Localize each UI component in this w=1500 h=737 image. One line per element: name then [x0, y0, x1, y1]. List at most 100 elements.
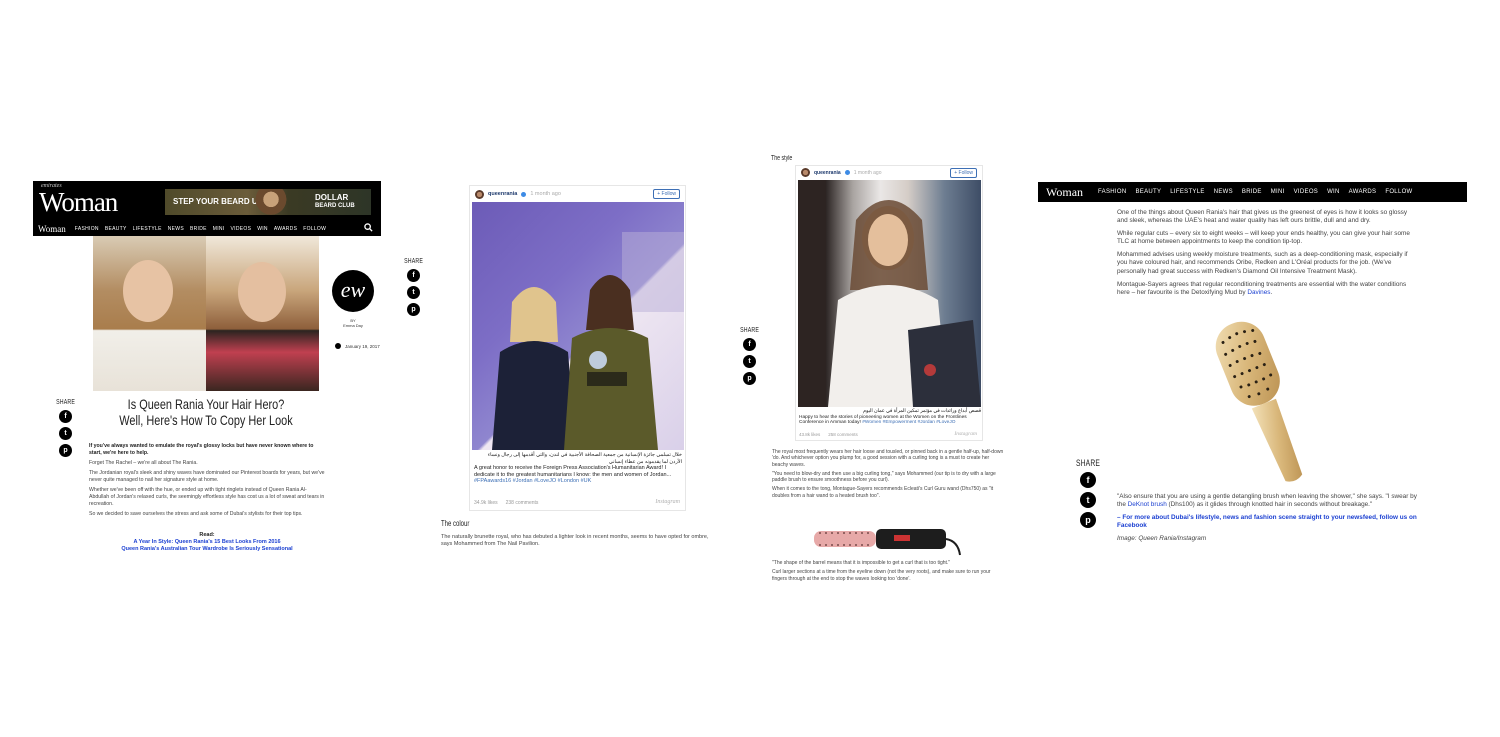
share-label: SHARE — [404, 258, 423, 265]
article-section: The royal most frequently wears her hair… — [772, 449, 1006, 502]
comments-count[interactable]: 258 comments — [828, 432, 858, 437]
author-logo: ew — [332, 270, 374, 312]
nav-beauty[interactable]: BEAUTY — [1135, 189, 1161, 195]
nav-logo[interactable]: Woman — [38, 224, 66, 234]
nav-awards[interactable]: AWARDS — [274, 226, 297, 232]
pinterest-share-icon[interactable]: p — [59, 444, 73, 457]
pinterest-share-icon[interactable]: p — [1080, 512, 1096, 528]
nav-bride[interactable]: BRIDE — [1242, 189, 1262, 195]
share-label: SHARE — [740, 327, 759, 334]
likes-count[interactable]: 34.9k likes — [474, 500, 498, 506]
facebook-follow-link[interactable]: – For more about Dubai's lifestyle, news… — [1117, 514, 1417, 529]
nav-win[interactable]: WIN — [1327, 189, 1340, 195]
date-text: January 19, 2017 — [345, 343, 380, 349]
deknot-link[interactable]: DeKnot brush — [1128, 501, 1167, 508]
nav-videos[interactable]: VIDEOS — [1294, 189, 1318, 195]
detangling-brush-image[interactable] — [1180, 311, 1350, 491]
nav-lifestyle[interactable]: LIFESTYLE — [133, 226, 162, 232]
facebook-share-icon[interactable]: f — [407, 269, 421, 282]
banner-ad[interactable]: STEP YOUR BEARD UP DOLLAR BEARD CLUB — [165, 189, 371, 215]
image-credit: Image: Queen Rania/Instagram — [1117, 535, 1207, 543]
likes-count[interactable]: 43.8k likes — [799, 432, 820, 437]
hero-photo-right — [206, 236, 319, 391]
nav-news[interactable]: NEWS — [168, 226, 184, 232]
article-paragraph: One of the things about Queen Rania's ha… — [1117, 209, 1408, 225]
nav-fashion[interactable]: FASHION — [1098, 189, 1126, 195]
nav-fashion[interactable]: FASHION — [75, 226, 99, 232]
article-paragraph: "You need to blow-dry and then use a big… — [772, 470, 996, 484]
pinterest-share-icon[interactable]: p — [743, 372, 757, 385]
verified-icon — [521, 191, 527, 197]
share-bar-side: SHARE f t p — [53, 399, 78, 457]
nav-logo[interactable]: Woman — [1046, 185, 1083, 200]
twitter-share-icon[interactable]: t — [743, 355, 757, 368]
hero-photo-left — [93, 236, 206, 391]
instagram-stats: 34.9k likes 238 comments — [474, 500, 538, 506]
share-bar: SHARE f t p — [1072, 458, 1104, 528]
share-bar: SHARE f t p — [737, 327, 762, 385]
twitter-share-icon[interactable]: t — [59, 427, 73, 440]
post-time: 1 month ago — [530, 191, 561, 197]
related-link[interactable]: A Year In Style: Queen Rania's 15 Best L… — [89, 539, 325, 546]
pinterest-share-icon[interactable]: p — [407, 303, 421, 316]
instagram-brand[interactable]: Instagram — [954, 431, 977, 437]
nav-lifestyle[interactable]: LIFESTYLE — [1170, 189, 1204, 195]
curling-wand-image[interactable] — [810, 519, 962, 559]
article-paragraph: While regular cuts – every six to eight … — [1117, 230, 1410, 246]
nav-mini[interactable]: MINI — [1271, 189, 1285, 195]
instagram-photo[interactable] — [472, 202, 684, 450]
article-paragraph: Whether we've been off with the hue, or … — [89, 487, 325, 507]
caption-hashtags[interactable]: #FPAawards16 #Jordan #LoveJO #London #UK — [474, 478, 591, 484]
follow-button[interactable]: + Follow — [653, 189, 680, 199]
avatar[interactable] — [801, 168, 810, 177]
related-link[interactable]: Queen Rania's Australian Tour Wardrobe I… — [89, 546, 325, 553]
instagram-caption: قصص أبداع ورائدات في مؤتمر تمكين المرأة … — [799, 409, 981, 426]
instagram-photo[interactable] — [798, 180, 981, 407]
article-paragraph: "The shape of the barrel means that it i… — [772, 560, 951, 566]
ad-image — [251, 189, 291, 215]
instagram-header: queenrania 1 month ago + Follow — [796, 166, 982, 179]
nav-follow[interactable]: FOLLOW — [303, 226, 326, 232]
instagram-caption: خلال تسلمي جائزة الإنسانية من جمعية الصح… — [474, 452, 682, 485]
instagram-username[interactable]: queenrania — [488, 191, 517, 197]
caption-text: A great honor to receive the Foreign Pre… — [474, 465, 672, 478]
facebook-share-icon[interactable]: f — [1080, 472, 1096, 488]
search-icon[interactable] — [364, 223, 373, 234]
article-paragraph: Forget The Rachel – we're all about The … — [89, 460, 198, 466]
facebook-share-icon[interactable]: f — [743, 338, 757, 351]
nav-mini[interactable]: MINI — [213, 226, 225, 232]
section-paragraph: The naturally brunette royal, who has de… — [441, 534, 709, 547]
site-nav: Woman FASHION BEAUTY LIFESTYLE NEWS BRID… — [1038, 182, 1467, 202]
main-nav: Woman FASHION BEAUTY LIFESTYLE NEWS BRID… — [33, 221, 381, 236]
davines-link[interactable]: Davines — [1247, 289, 1270, 296]
related-reads: Read: A Year In Style: Queen Rania's 15 … — [89, 532, 325, 553]
share-bar-top: SHARE f t p — [401, 258, 426, 316]
publish-date: January 19, 2017 — [335, 343, 380, 349]
nav-awards[interactable]: AWARDS — [1349, 189, 1377, 195]
instagram-embed: queenrania 1 month ago + Follow قصص أبدا… — [795, 165, 983, 441]
instagram-stats: 43.8k likes 258 comments — [799, 432, 858, 437]
comments-count[interactable]: 238 comments — [506, 500, 539, 506]
article-section: "Also ensure that you are using a gentle… — [1117, 493, 1417, 548]
nav-follow[interactable]: FOLLOW — [1385, 189, 1412, 195]
instagram-embed: queenrania 1 month ago + Follow خلال تسل… — [469, 185, 686, 511]
article-paragraph: Montague-Sayers agrees that regular reco… — [1117, 281, 1417, 298]
twitter-share-icon[interactable]: t — [1080, 492, 1096, 508]
article-section: "The shape of the barrel means that it i… — [772, 560, 1006, 585]
article-title: Is Queen Rania Your Hair Hero? Well, Her… — [119, 396, 293, 428]
ad-brand-line1: DOLLAR — [315, 193, 349, 202]
instagram-brand[interactable]: Instagram — [655, 499, 680, 505]
nav-bride[interactable]: BRIDE — [190, 226, 207, 232]
follow-button[interactable]: + Follow — [950, 167, 977, 178]
caption-hashtags[interactable]: #Women #Empowerment #Jordan #LoveJO — [862, 420, 955, 425]
avatar[interactable] — [475, 189, 484, 199]
nav-beauty[interactable]: BEAUTY — [105, 226, 127, 232]
nav-win[interactable]: WIN — [257, 226, 268, 232]
twitter-share-icon[interactable]: t — [407, 286, 421, 299]
nav-videos[interactable]: VIDEOS — [231, 226, 252, 232]
nav-news[interactable]: NEWS — [1214, 189, 1233, 195]
site-logo[interactable]: Woman — [39, 187, 118, 218]
instagram-username[interactable]: queenrania — [814, 170, 841, 176]
author-name[interactable]: Emma Day — [332, 323, 374, 328]
facebook-share-icon[interactable]: f — [59, 410, 73, 423]
